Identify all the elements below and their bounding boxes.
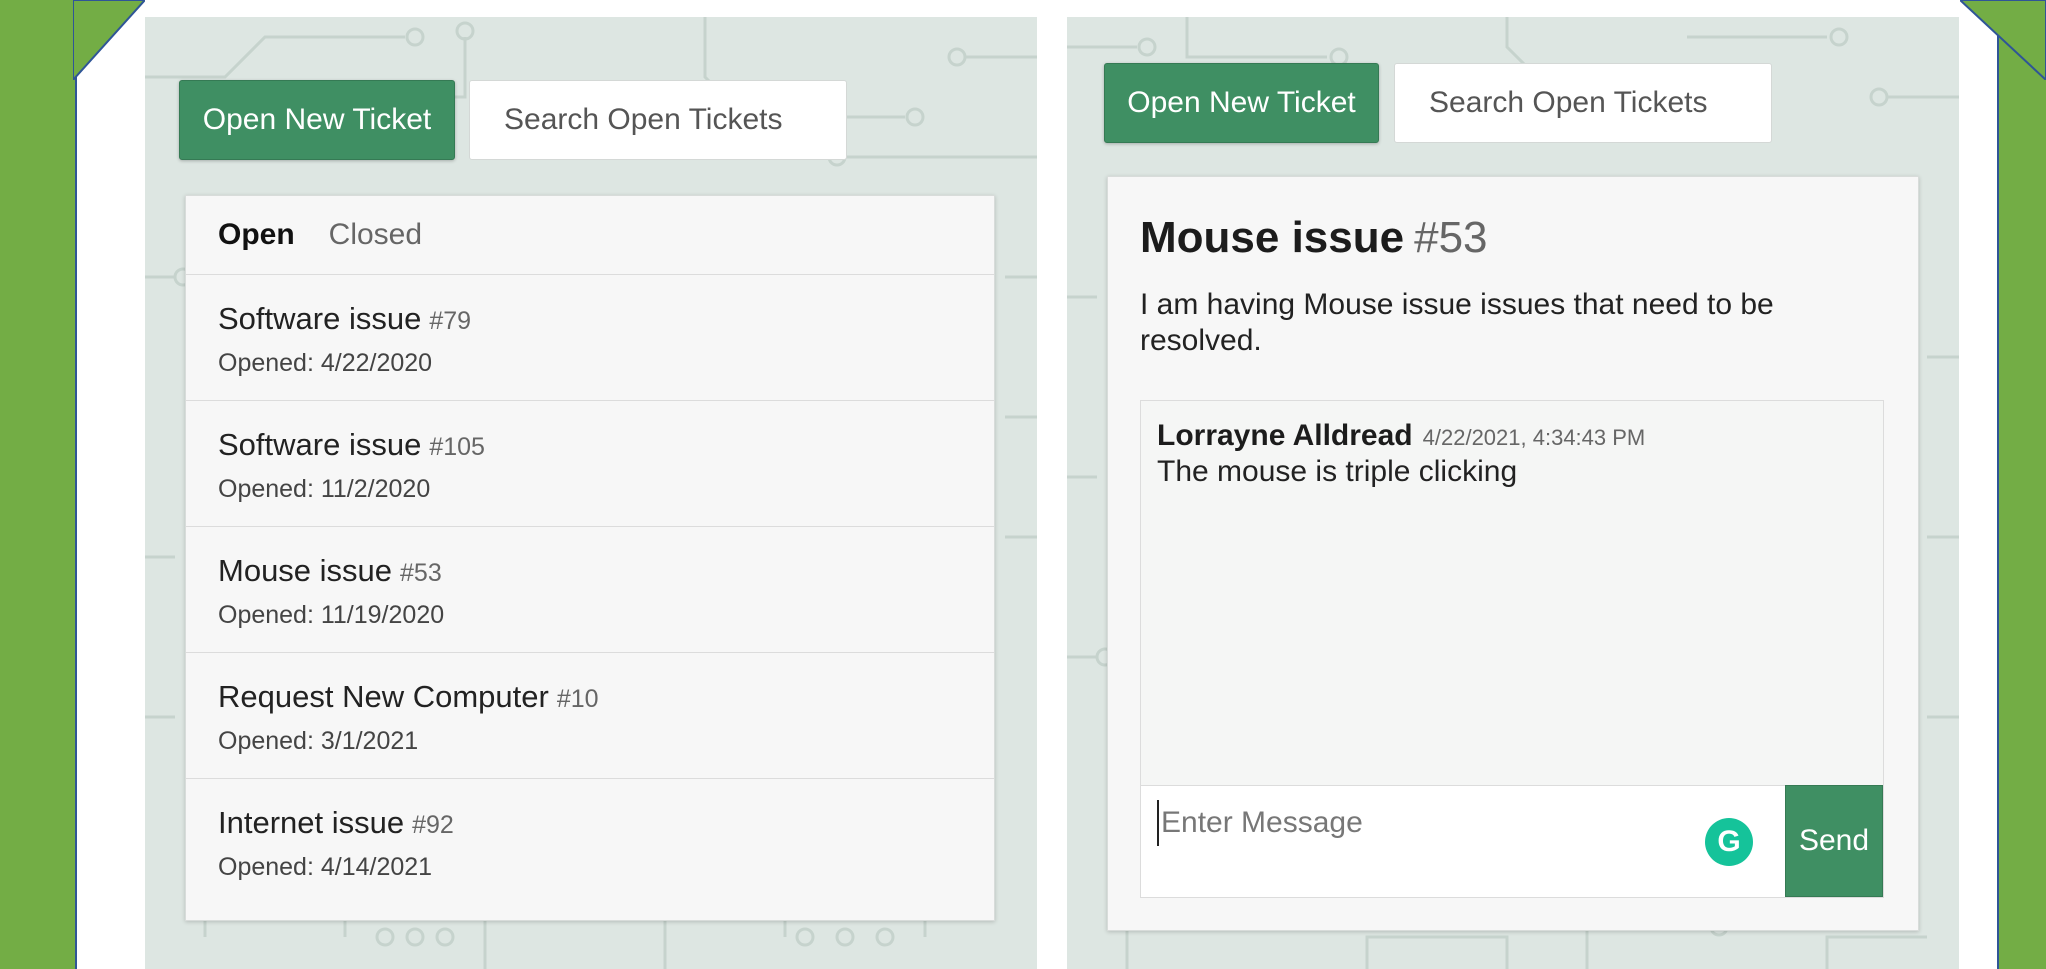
ticket-number: #79 — [429, 307, 472, 335]
ticket-number: #10 — [556, 685, 599, 713]
ticket-list: Open Closed Software issue #79 Opened: 4/… — [185, 195, 995, 921]
ticket-row[interactable]: Request New Computer #10 Opened: 3/1/2021 — [186, 653, 994, 779]
ticket-number: #105 — [429, 433, 485, 461]
open-new-ticket-button[interactable]: Open New Ticket — [179, 80, 455, 160]
ticket-detail-title: Mouse issue #53 — [1140, 213, 1488, 263]
message-timestamp: 4/22/2021, 4:34:43 PM — [1422, 425, 1646, 450]
message-composer: G — [1141, 785, 1785, 897]
ticket-number: #92 — [412, 811, 454, 839]
ticket-row[interactable]: Mouse issue #53 Opened: 11/19/2020 — [186, 527, 994, 653]
tab-closed[interactable]: Closed — [329, 218, 422, 252]
ticket-title: Mouse issue — [218, 553, 393, 588]
ticket-title: Software issue — [218, 427, 422, 462]
ticket-detail: Mouse issue #53 I am having Mouse issue i… — [1107, 176, 1919, 931]
ticket-row[interactable]: Software issue #105 Opened: 11/2/2020 — [186, 401, 994, 527]
search-open-tickets-input[interactable] — [469, 80, 847, 160]
message-thread: Lorrayne Alldread 4/22/2021, 4:34:43 PM T… — [1140, 400, 1884, 898]
ticket-title: Internet issue — [218, 805, 405, 840]
ticket-title: Mouse issue — [1140, 213, 1405, 262]
ticket-title: Request New Computer — [218, 679, 549, 714]
corner-decoration-left — [73, 0, 145, 80]
ticket-detail-screenshot: Open New Ticket Mouse issue#53 I am havi… — [1067, 17, 1959, 969]
open-new-ticket-button[interactable]: Open New Ticket — [1104, 63, 1379, 143]
ticket-opened-date: Opened: 11/19/2020 — [218, 601, 445, 629]
message: Lorrayne Alldread 4/22/2021, 4:34:43 PM T… — [1157, 419, 1645, 489]
ticket-title: Software issue — [218, 301, 422, 336]
search-open-tickets-input[interactable] — [1394, 63, 1772, 143]
grammarly-icon[interactable]: G — [1705, 818, 1753, 866]
message-text: The mouse is triple clicking — [1157, 455, 1518, 488]
ticket-number: #53 — [1414, 213, 1488, 262]
corner-decoration-right — [1960, 0, 2046, 80]
message-input[interactable] — [1157, 800, 1683, 846]
send-button[interactable]: Send — [1785, 785, 1883, 897]
ticket-opened-date: Opened: 4/14/2021 — [218, 853, 433, 881]
ticket-list-screenshot: Open New Ticket Open Closed Software iss… — [145, 17, 1037, 969]
ticket-row[interactable]: Internet issue #92 Opened: 4/14/2021 — [186, 779, 994, 905]
message-author: Lorrayne Alldread — [1157, 419, 1413, 452]
ticket-description: I am having Mouse issue issues that need… — [1140, 288, 1774, 357]
ticket-opened-date: Opened: 4/22/2020 — [218, 349, 433, 377]
ticket-row[interactable]: Software issue #79 Opened: 4/22/2020 — [186, 275, 994, 401]
ticket-opened-date: Opened: 3/1/2021 — [218, 727, 419, 755]
ticket-opened-date: Opened: 11/2/2020 — [218, 475, 431, 503]
ticket-number: #53 — [400, 559, 442, 587]
ticket-status-tabs: Open Closed — [186, 196, 994, 275]
tab-open[interactable]: Open — [218, 218, 295, 252]
